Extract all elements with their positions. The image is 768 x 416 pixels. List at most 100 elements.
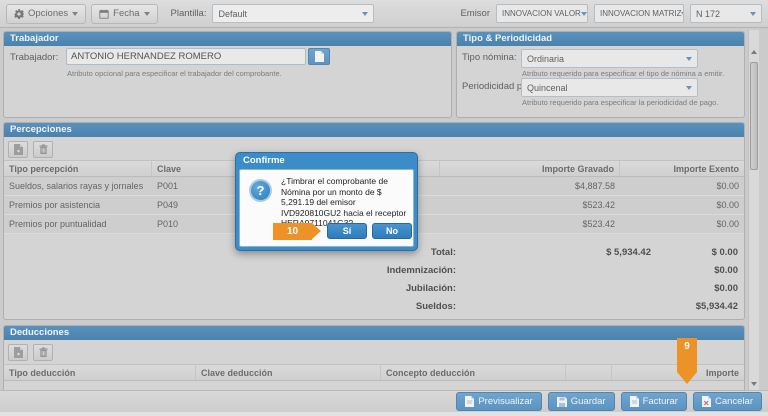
percepciones-title: Percepciones [4,123,744,137]
close-icon [702,396,711,407]
dialog-message: ¿Timbrar el comprobante de Nómina por un… [281,176,408,229]
sucursal-select[interactable]: INNOVACION MATRIZ [594,4,684,23]
col-clave[interactable]: Clave [152,161,242,176]
trabajador-picker-button[interactable] [308,48,330,65]
opciones-label: Opciones [28,8,68,19]
trabajador-input[interactable] [66,48,306,65]
trabajador-field-label: Trabajador: [10,52,58,63]
yes-button[interactable]: Sí [327,223,367,239]
question-icon: ? [249,179,272,202]
tipo-nomina-value: Ordinaria [527,54,564,64]
chevron-down-icon [362,12,368,16]
cancelar-label: Cancelar [715,396,753,407]
sueldos-row: Sueldos: $5,934.42 [4,297,744,315]
indemnizacion-row: Indemnización: $0.00 [4,261,744,279]
cell-exento: $0.00 [620,200,744,210]
footer-toolbar: Previsualizar Guardar Facturar Cancelar [0,390,768,412]
trabajador-helper: Atributo opcional para especificar el tr… [67,69,282,78]
deducciones-table-header: Tipo deducción Clave deducción Concepto … [4,364,744,381]
top-toolbar: Opciones Fecha Plantilla: Default Emisor… [0,0,768,28]
tipo-periodicidad-panel: Tipo & Periodicidad Tipo nómina: Ordinar… [456,31,745,118]
save-icon [557,397,567,407]
document-icon [315,51,324,62]
fecha-label: Fecha [113,8,139,19]
cell-clave: P049 [152,200,242,210]
total-gravado: $ 5,934.42 [456,247,651,258]
vertical-scrollbar[interactable] [748,30,759,390]
col-importe-gravado[interactable]: Importe Gravado [440,161,620,176]
col-empty[interactable] [566,365,612,380]
no-button[interactable]: No [372,223,412,239]
indemnizacion-valor: $0.00 [651,265,744,276]
scroll-down-icon[interactable] [751,382,757,386]
chevron-down-icon [686,86,692,90]
tipo-nomina-label: Tipo nómina: [462,52,517,63]
emisor-label: Emisor [460,8,490,19]
plantilla-value: Default [218,9,247,19]
periodicidad-helper: Atributo requerido para especificar la p… [522,98,718,107]
tipo-nomina-select[interactable]: Ordinaria [521,49,698,68]
emisor-value: INNOVACION VALOR [502,9,581,18]
fecha-button[interactable]: Fecha [91,4,157,24]
cell-gravado: $523.42 [440,219,620,229]
col-tipo-percepcion[interactable]: Tipo percepción [4,161,152,176]
cell-tipo: Premios por puntualidad [4,219,152,229]
chevron-down-icon [144,12,150,16]
dialog-title: Confirme [239,153,414,169]
emisor-select[interactable]: INNOVACION VALOR [496,4,588,23]
gear-icon [14,9,24,19]
cell-tipo: Sueldos, salarios rayas y jornales [4,181,152,191]
cell-tipo: Premios por asistencia [4,200,152,210]
col-clave-deduccion[interactable]: Clave deducción [196,365,381,380]
chevron-down-icon [686,57,692,61]
cell-exento: $0.00 [620,181,744,191]
opciones-button[interactable]: Opciones [6,4,86,24]
delete-percepcion-button[interactable] [33,141,53,158]
serie-value: N 172 [696,9,720,19]
trabajador-panel-title: Trabajador [4,32,451,46]
col-importe-exento[interactable]: Importe Exento [620,161,744,176]
cancelar-button[interactable]: Cancelar [693,392,762,411]
previsualizar-label: Previsualizar [478,396,532,407]
scroll-up-icon[interactable] [751,50,757,54]
window-bottom-edge [0,412,768,416]
cell-gravado: $523.42 [440,200,620,210]
facturar-button[interactable]: Facturar [621,392,687,411]
trabajador-panel: Trabajador Trabajador: Atributo opcional… [3,31,452,118]
total-exento: $ 0.00 [651,247,744,258]
sueldos-valor: $5,934.42 [651,301,744,312]
delete-deduccion-button[interactable] [33,344,53,361]
cell-exento: $0.00 [620,219,744,229]
deducciones-title: Deducciones [4,326,744,340]
previsualizar-button[interactable]: Previsualizar [456,392,541,411]
document-icon [14,144,23,155]
plantilla-select[interactable]: Default [212,4,374,23]
step-10-annotation-arrow: 10 [273,223,312,240]
add-percepcion-button[interactable] [8,141,28,158]
cell-clave: P010 [152,219,242,229]
step-9-annotation-arrow: 9 [677,338,697,372]
chevron-down-icon [581,12,587,16]
plantilla-label: Plantilla: [171,8,207,19]
confirm-dialog: Confirme ? ¿Timbrar el comprobante de Nó… [235,152,418,251]
chevron-down-icon [750,12,756,16]
indemnizacion-label: Indemnización: [4,265,456,276]
jubilacion-valor: $0.00 [651,283,744,294]
jubilacion-label: Jubilación: [4,283,456,294]
invoice-icon [630,396,639,407]
periodicidad-value: Quincenal [527,83,568,93]
guardar-button[interactable]: Guardar [548,392,615,411]
col-tipo-deduccion[interactable]: Tipo deducción [4,365,196,380]
trash-icon [39,144,48,155]
add-deduccion-button[interactable] [8,344,28,361]
col-concepto-deduccion[interactable]: Concepto deducción [381,365,566,380]
cell-clave: P001 [152,181,242,191]
serie-select[interactable]: N 172 [690,4,762,23]
periodicidad-select[interactable]: Quincenal [521,78,698,97]
scrollbar-thumb[interactable] [750,62,758,170]
deducciones-panel: Deducciones Tipo deducción Clave deducci… [3,325,745,390]
chevron-down-icon [681,12,684,16]
jubilacion-row: Jubilación: $0.00 [4,279,744,297]
sucursal-value: INNOVACION MATRIZ [600,9,681,18]
guardar-label: Guardar [571,396,606,407]
